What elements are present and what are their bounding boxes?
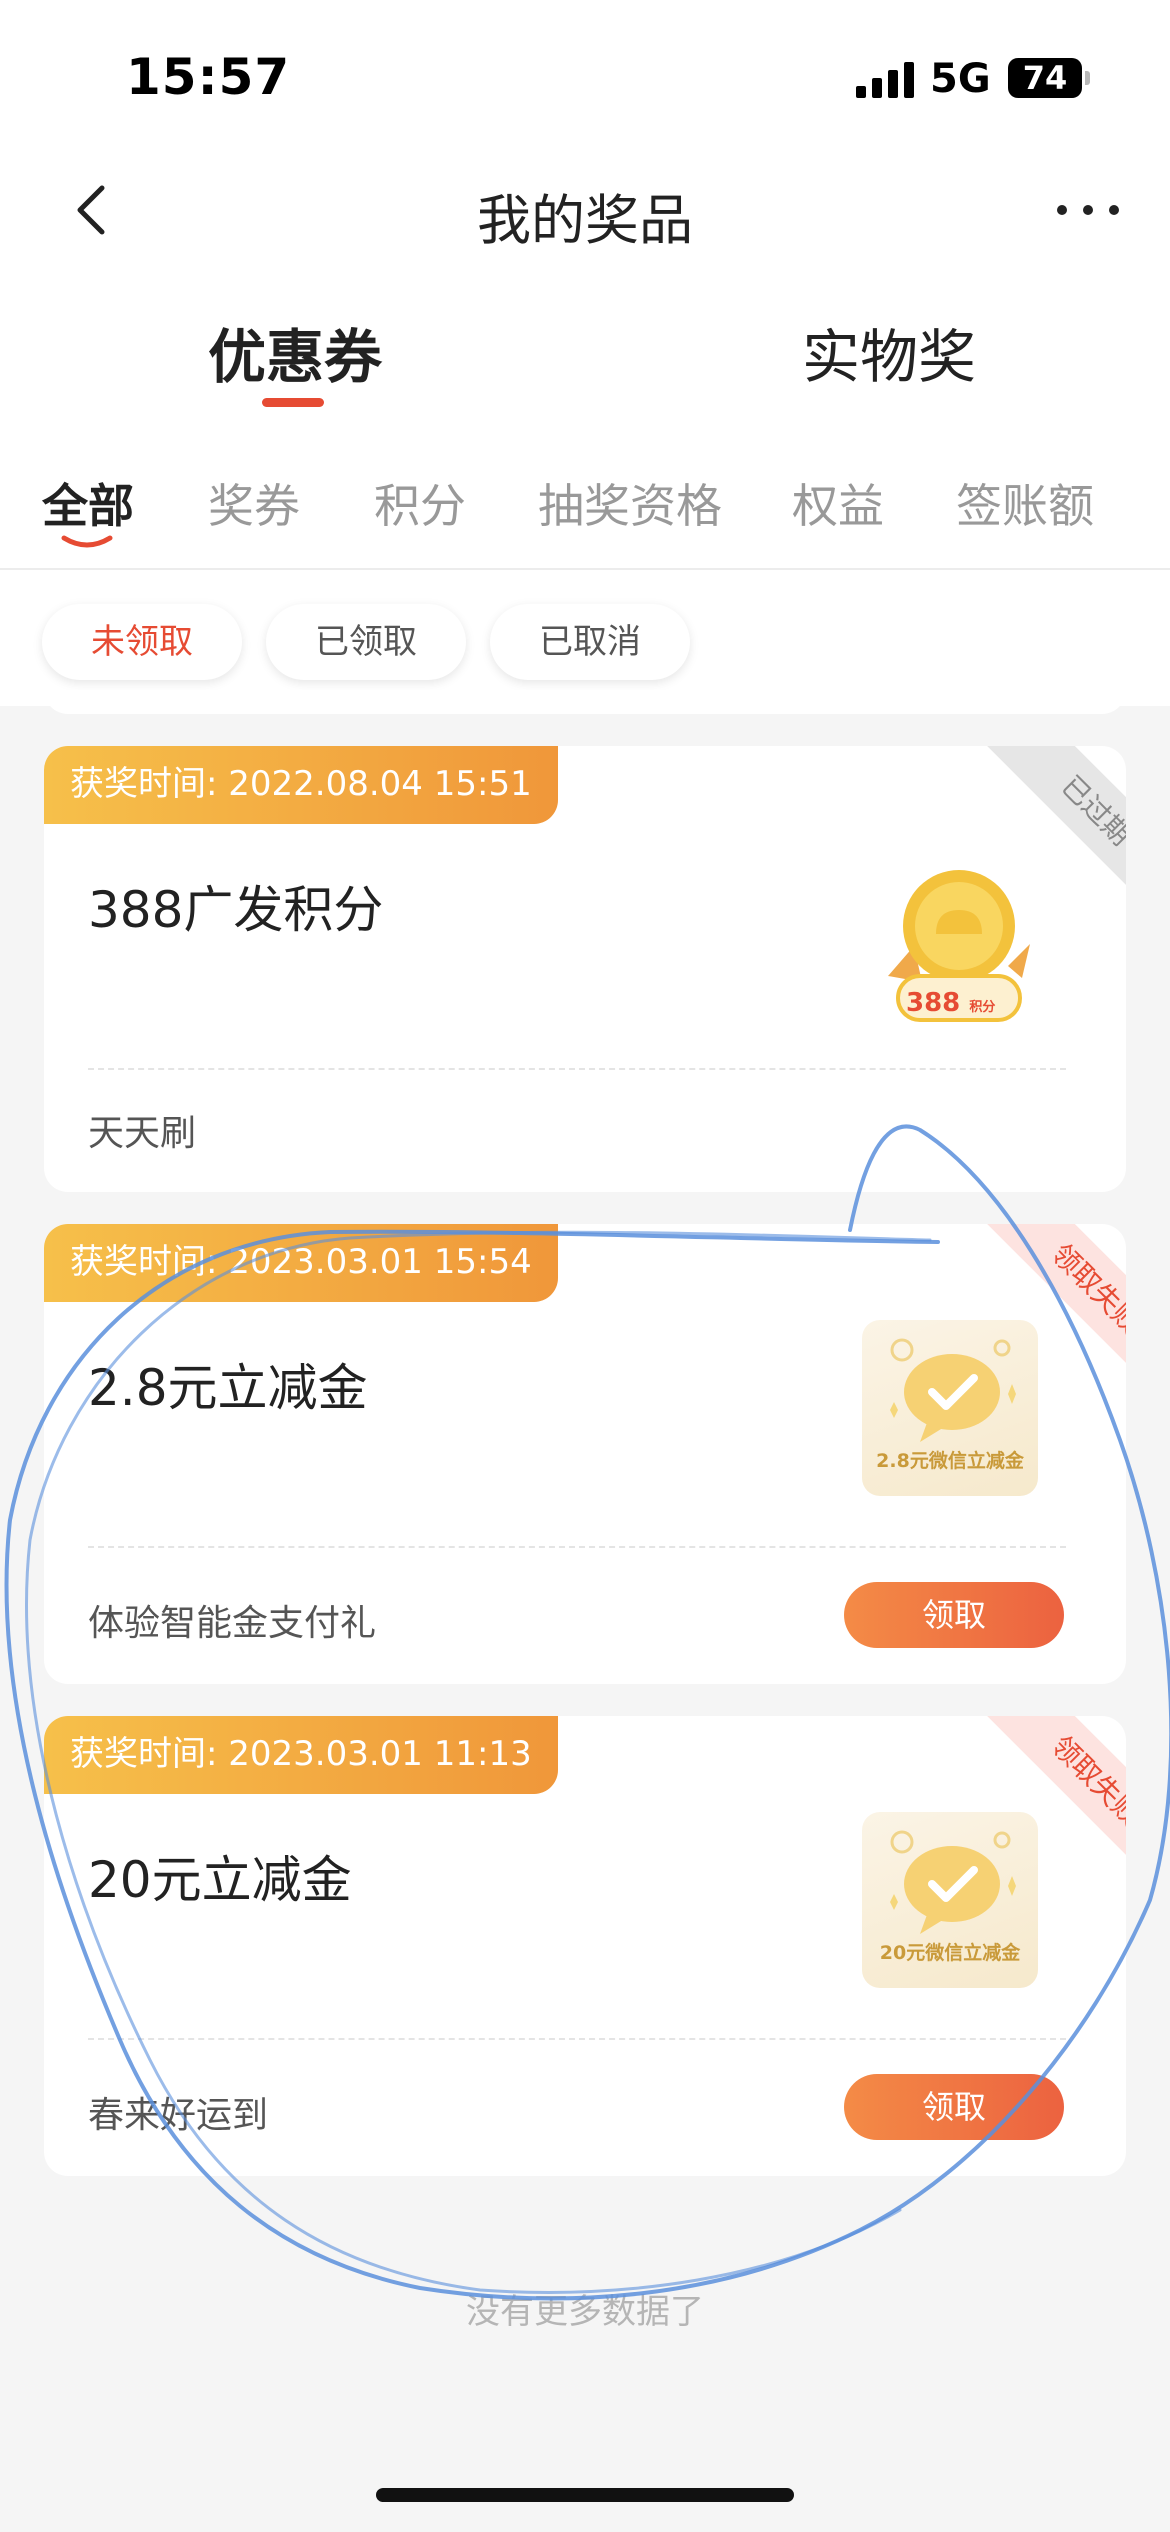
voucher-caption: 2.8元微信立减金 xyxy=(876,1450,1024,1472)
coin-value: 388 xyxy=(906,988,961,1018)
network-label: 5G xyxy=(930,56,991,102)
status-filters: 未领取 已领取 已取消 xyxy=(0,590,1170,690)
award-time-tag: 获奖时间: 2022.08.04 15:51 xyxy=(44,746,558,824)
status-time: 15:57 xyxy=(126,48,291,106)
home-indicator xyxy=(376,2488,794,2502)
tab-spending[interactable]: 签账额 xyxy=(956,470,1094,536)
tab-tickets[interactable]: 奖券 xyxy=(208,470,300,536)
filter-claimed[interactable]: 已领取 xyxy=(266,604,466,680)
activity-name: 天天刷 xyxy=(88,1113,197,1154)
active-subtab-indicator xyxy=(61,535,113,548)
status-bar: 15:57 5G 74 xyxy=(0,0,1170,150)
battery-icon: 74 xyxy=(1008,58,1090,98)
tab-coupons[interactable]: 优惠券 xyxy=(208,310,382,394)
tab-lottery[interactable]: 抽奖资格 xyxy=(538,470,722,536)
prize-card[interactable]: 获奖时间: 2023.03.01 11:13 领取失败 20元立减金 20元微信… xyxy=(44,1716,1126,2176)
prize-title: 2.8元立减金 xyxy=(88,1359,368,1417)
more-dots-icon[interactable] xyxy=(1050,188,1130,232)
page-title: 我的奖品 xyxy=(477,189,693,252)
coin-unit: 积分 xyxy=(969,1000,996,1015)
filter-unclaimed[interactable]: 未领取 xyxy=(42,604,242,680)
signal-icon xyxy=(856,62,914,98)
voucher-image: 20元微信立减金 xyxy=(862,1812,1038,1988)
tab-benefits[interactable]: 权益 xyxy=(792,470,884,536)
active-tab-indicator xyxy=(262,398,324,407)
header-area: 15:57 5G 74 我的奖品 优惠券 实物奖 全部 奖券 积分 抽奖资格 权… xyxy=(0,0,1170,706)
divider xyxy=(88,1068,1066,1070)
divider xyxy=(88,2038,1066,2040)
prize-title: 20元立减金 xyxy=(88,1851,352,1909)
voucher-caption: 20元微信立减金 xyxy=(879,1942,1021,1964)
voucher-image: 2.8元微信立减金 xyxy=(862,1320,1038,1496)
tab-points[interactable]: 积分 xyxy=(374,470,466,536)
award-time-tag: 获奖时间: 2023.03.01 15:54 xyxy=(44,1224,558,1302)
category-tabs: 全部 奖券 积分 抽奖资格 权益 签账额 xyxy=(0,460,1170,570)
claim-button[interactable]: 领取 xyxy=(844,2074,1064,2140)
divider xyxy=(88,1546,1066,1548)
tab-physical-prizes[interactable]: 实物奖 xyxy=(802,310,976,394)
previous-card-edge xyxy=(44,690,1126,714)
prize-card[interactable]: 获奖时间: 2022.08.04 15:51 已过期 388广发积分 388 积… xyxy=(44,746,1126,1192)
prize-card[interactable]: 获奖时间: 2023.03.01 15:54 领取失败 2.8元立减金 2.8元… xyxy=(44,1224,1126,1684)
filter-cancelled[interactable]: 已取消 xyxy=(490,604,690,680)
no-more-data: 没有更多数据了 xyxy=(466,2292,704,2332)
award-time-tag: 获奖时间: 2023.03.01 11:13 xyxy=(44,1716,558,1794)
claim-button[interactable]: 领取 xyxy=(844,1582,1064,1648)
activity-name: 春来好运到 xyxy=(88,2095,269,2136)
activity-name: 体验智能金支付礼 xyxy=(88,1603,377,1644)
nav-bar: 我的奖品 xyxy=(0,150,1170,270)
main-tabs: 优惠券 实物奖 xyxy=(0,300,1170,420)
coin-value-label: 388 积分 xyxy=(906,988,995,1018)
prize-title: 388广发积分 xyxy=(88,881,384,939)
tab-all[interactable]: 全部 xyxy=(42,470,134,536)
